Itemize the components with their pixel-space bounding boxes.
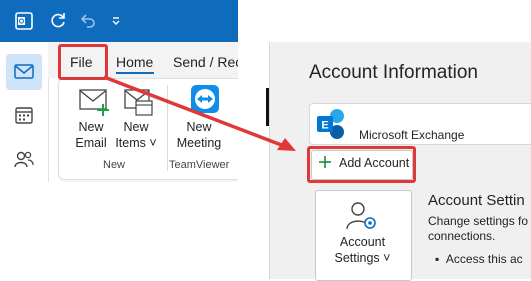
annotation-arrow [103, 75, 296, 151]
